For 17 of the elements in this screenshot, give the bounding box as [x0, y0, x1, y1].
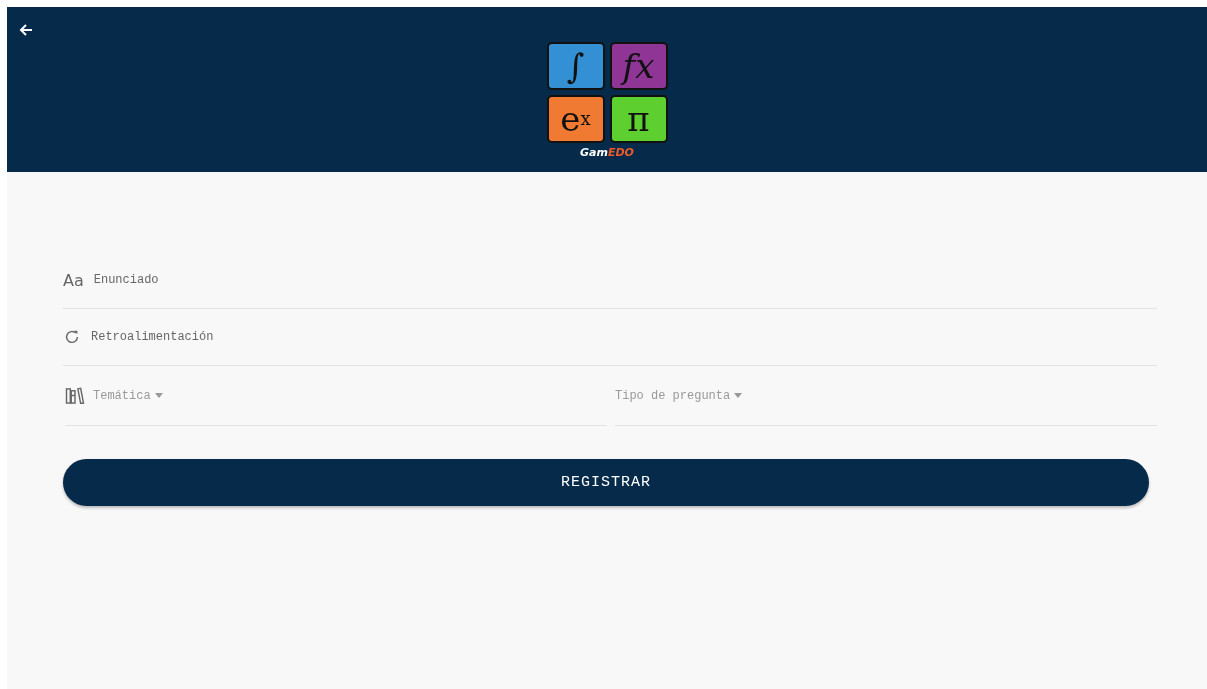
logo-tile: e$^{x}$ [546, 95, 605, 143]
logo-name: Gam [580, 146, 608, 159]
logo-tile: π [609, 95, 668, 143]
logo-tile: fx [609, 42, 668, 90]
dropdown-field[interactable]: Tipo de pregunta [615, 366, 1157, 426]
logo-name: EDO [607, 146, 634, 159]
input-field[interactable]: Enunciado [93, 252, 1157, 308]
logo-tile: ∫ [546, 42, 605, 90]
back-arrow-icon[interactable] [18, 22, 34, 38]
caret-icon [734, 393, 743, 398]
books-icon [65, 387, 85, 404]
input-field[interactable]: Retroalimentación [91, 309, 1157, 365]
text-format-icon: Aa [63, 270, 84, 290]
refresh-icon [63, 328, 81, 346]
dropdown-field[interactable]: Temática [65, 366, 607, 426]
register-button[interactable]: REGISTRAR [63, 459, 1149, 506]
caret-icon [154, 393, 163, 398]
